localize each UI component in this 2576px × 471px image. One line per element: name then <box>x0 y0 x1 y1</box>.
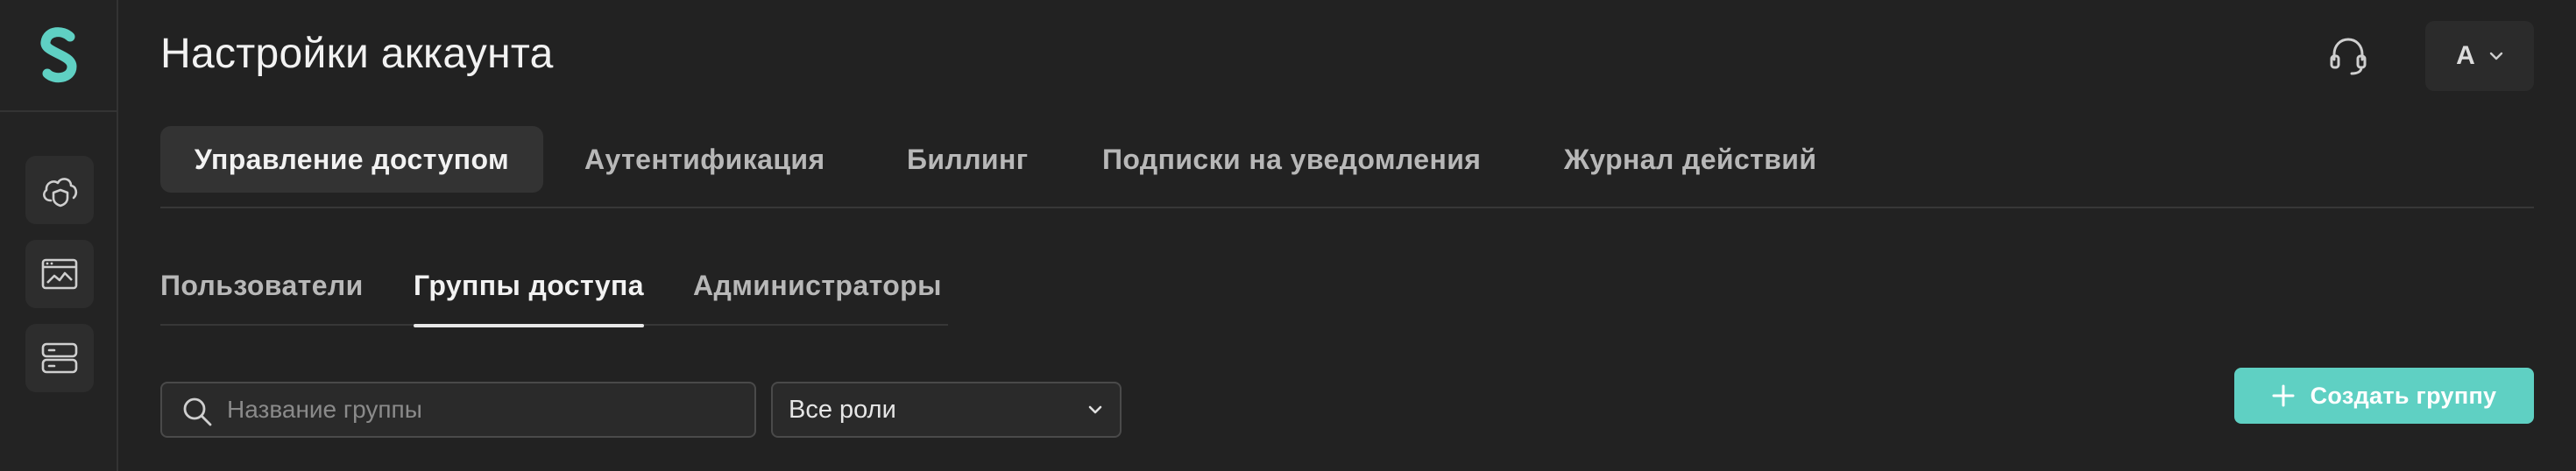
tab-access-management[interactable]: Управление доступом <box>160 126 543 193</box>
search-icon <box>183 397 212 426</box>
chevron-down-icon <box>2489 52 2503 60</box>
sidebar-item-monitoring[interactable] <box>25 240 94 308</box>
page-title: Настройки аккаунта <box>160 31 554 77</box>
tab-activity-log[interactable]: Журнал действий <box>1564 126 1816 193</box>
chevron-down-icon <box>1088 405 1102 414</box>
role-select[interactable]: Все роли <box>771 382 1122 438</box>
user-menu-button[interactable]: А <box>2425 21 2534 91</box>
sub-tabs: Пользователи Группы доступа Администрато… <box>160 263 948 327</box>
brand-logo-icon <box>40 27 77 83</box>
cloud-shield-icon <box>42 178 78 207</box>
tab-notification-subscriptions[interactable]: Подписки на уведомления <box>1102 126 1481 193</box>
create-group-button[interactable]: Создать группу <box>2234 368 2534 424</box>
role-select-value: Все роли <box>789 395 896 424</box>
support-button[interactable] <box>2327 33 2369 81</box>
avatar: А <box>2456 41 2475 70</box>
main-tabs: Управление доступом Аутентификация Билли… <box>160 126 2534 208</box>
search-input[interactable] <box>227 383 744 436</box>
subtab-administrators[interactable]: Администраторы <box>693 263 942 326</box>
search-field[interactable] <box>160 382 756 438</box>
subtab-users[interactable]: Пользователи <box>160 263 364 326</box>
tab-authentication[interactable]: Аутентификация <box>584 126 825 193</box>
app-root: Настройки аккаунта А Управление доступом… <box>0 0 2576 471</box>
browser-chart-icon <box>41 258 78 290</box>
logo[interactable] <box>0 0 117 112</box>
sidebar-item-servers[interactable] <box>25 324 94 392</box>
sidebar-item-cloud-security[interactable] <box>25 156 94 224</box>
subtab-access-groups[interactable]: Группы доступа <box>414 263 644 327</box>
create-group-label: Создать группу <box>2310 382 2497 409</box>
plus-icon <box>2272 384 2295 407</box>
tab-billing[interactable]: Биллинг <box>907 126 1028 193</box>
headset-icon <box>2330 38 2367 75</box>
sidebar <box>0 0 118 471</box>
server-icon <box>41 342 78 374</box>
